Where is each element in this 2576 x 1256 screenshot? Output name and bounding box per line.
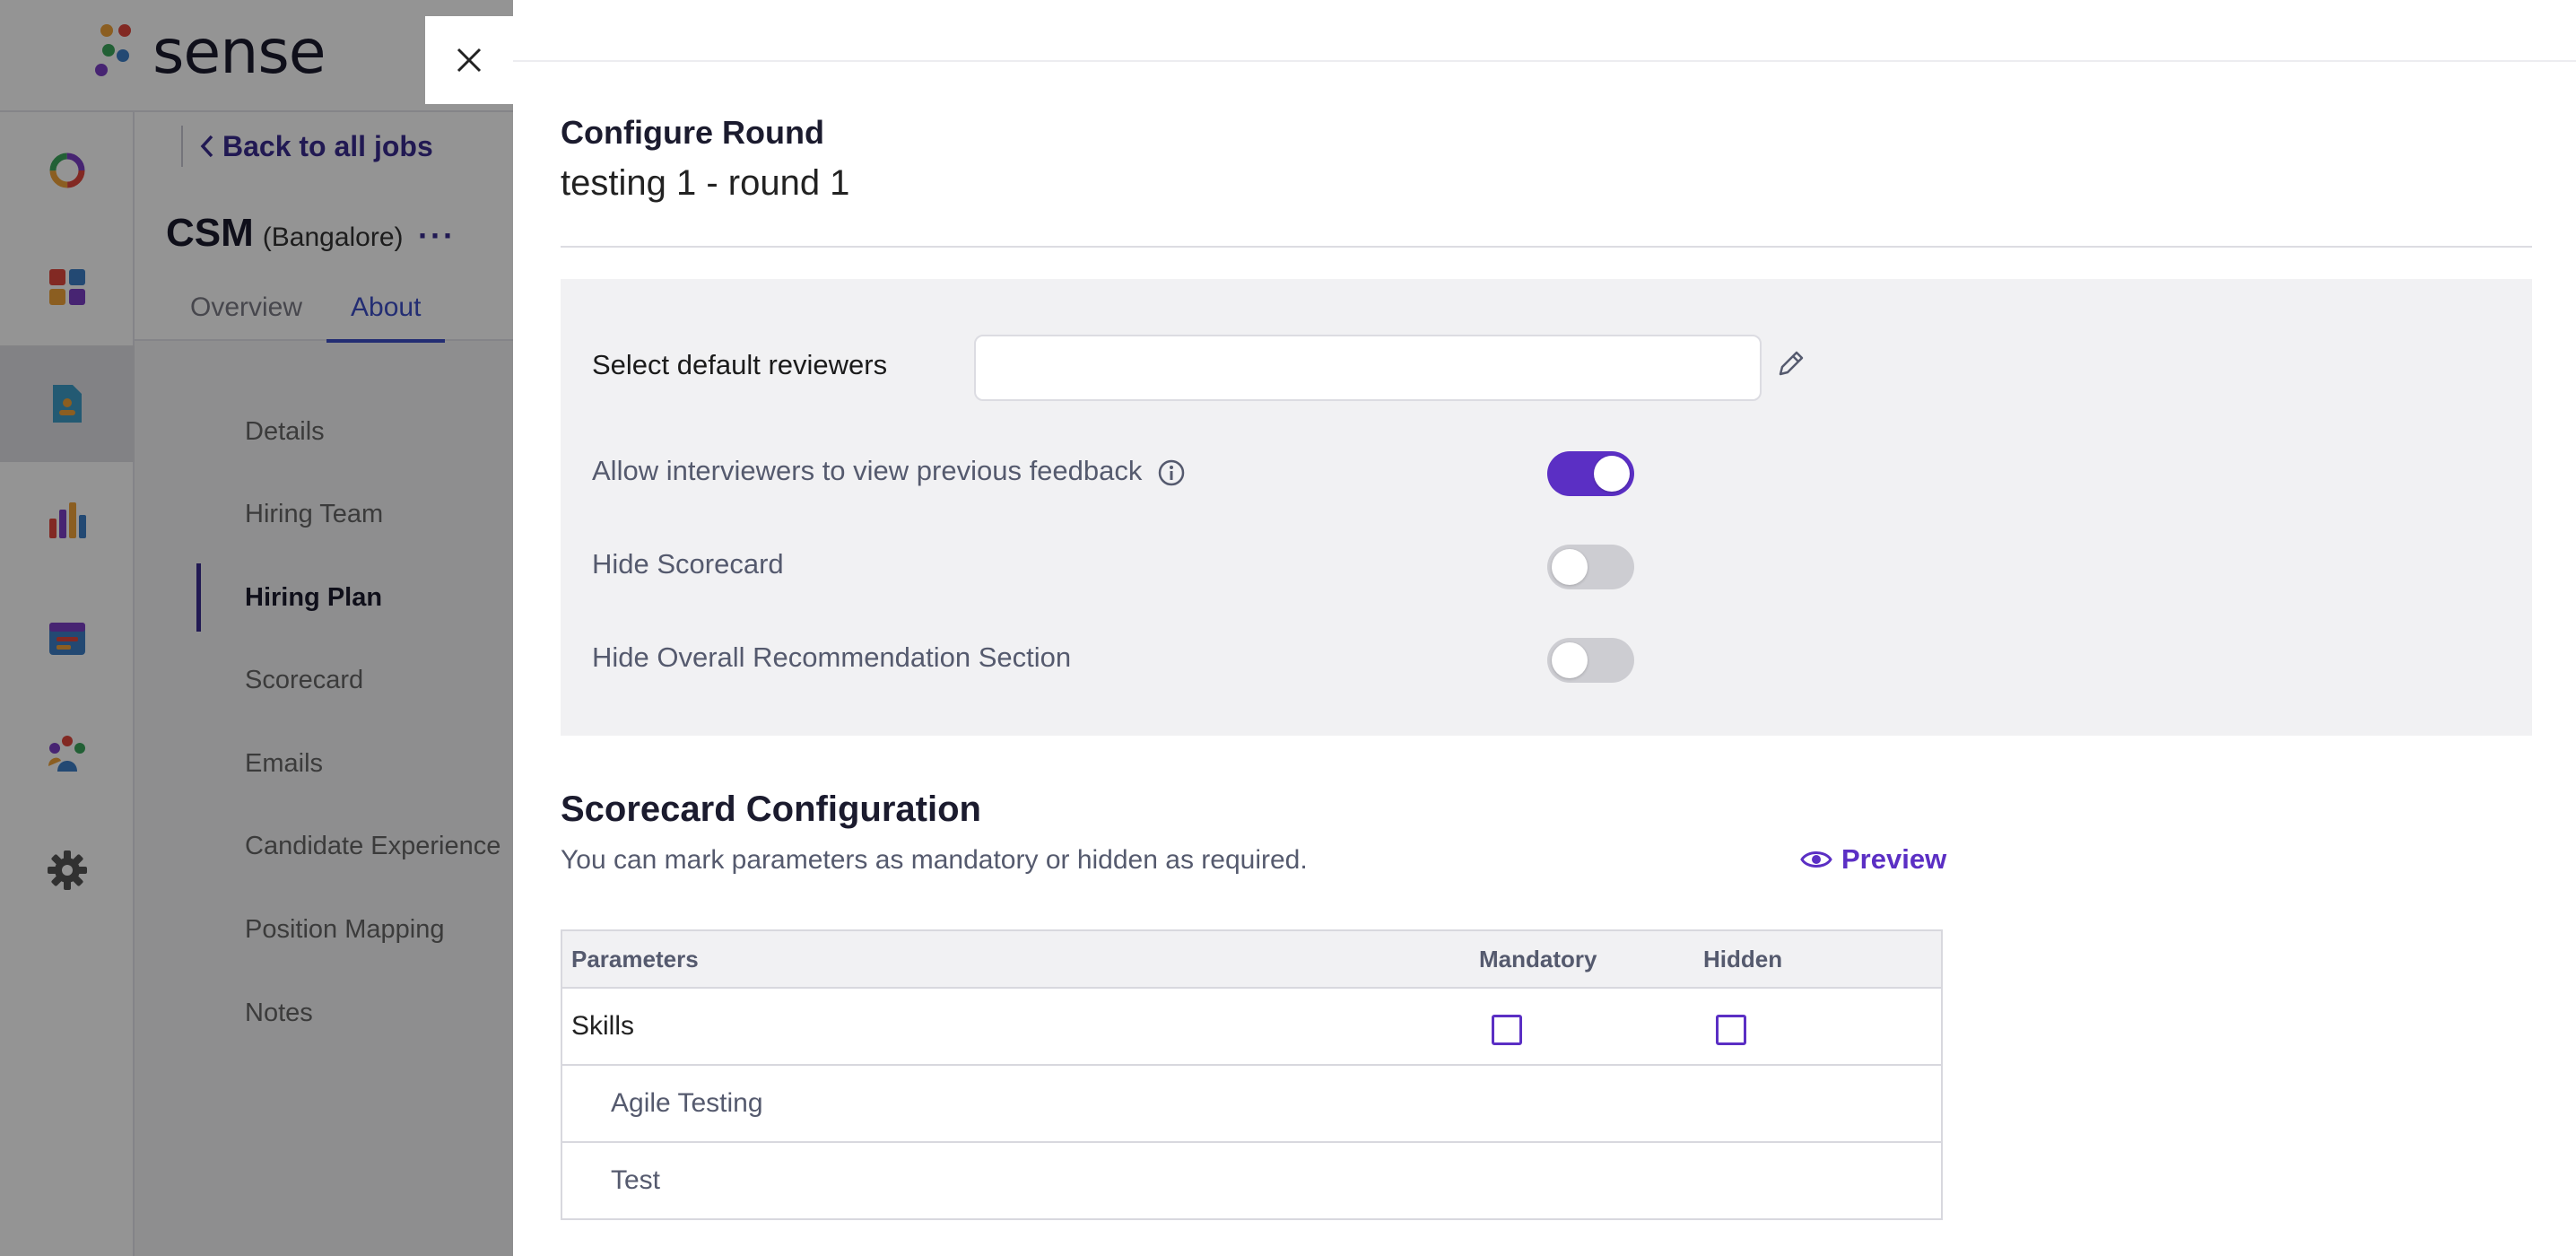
parameter-group-name: Skills (571, 1011, 635, 1041)
default-reviewers-input[interactable] (974, 335, 1762, 401)
hide-scorecard-label: Hide Scorecard (592, 548, 784, 580)
round-name: testing 1 - round 1 (561, 163, 850, 203)
mandatory-checkbox[interactable] (1492, 1015, 1522, 1045)
drawer-title: Configure Round (561, 114, 824, 151)
allow-prev-feedback-toggle[interactable] (1547, 451, 1634, 496)
allow-prev-feedback-label: Allow interviewers to view previous feed… (592, 455, 1186, 487)
scorecard-config-description: You can mark parameters as mandatory or … (561, 845, 1308, 875)
eye-icon (1800, 851, 1832, 868)
info-icon[interactable] (1157, 458, 1186, 487)
hidden-checkbox[interactable] (1716, 1015, 1746, 1045)
toggle-knob (1552, 549, 1588, 585)
preview-button[interactable]: Preview (1800, 843, 1946, 876)
title-divider (561, 246, 2532, 248)
column-header-parameters: Parameters (571, 945, 699, 973)
table-row: Skills (562, 987, 1941, 1064)
allow-prev-feedback-text: Allow interviewers to view previous feed… (592, 455, 1143, 486)
hide-overall-recommendation-toggle[interactable] (1547, 638, 1634, 683)
mandatory-cell (1479, 989, 1522, 1064)
reviewers-label: Select default reviewers (592, 349, 888, 380)
drawer-top-divider (513, 60, 2576, 62)
toggle-knob (1594, 456, 1630, 492)
preview-label: Preview (1841, 843, 1947, 875)
round-settings-panel: Select default reviewers Allow interview… (561, 279, 2532, 736)
toggle-knob (1552, 642, 1588, 678)
column-header-mandatory: Mandatory (1479, 945, 1597, 973)
close-drawer-button[interactable] (425, 16, 513, 104)
table-row: Test (562, 1141, 1941, 1218)
scorecard-config-title: Scorecard Configuration (561, 789, 981, 829)
parameter-name: Test (611, 1165, 661, 1195)
parameter-name: Agile Testing (611, 1088, 763, 1118)
close-icon (457, 48, 482, 73)
pencil-icon[interactable] (1775, 347, 1807, 379)
hide-overall-recommendation-label: Hide Overall Recommendation Section (592, 641, 1072, 673)
hidden-cell (1703, 989, 1746, 1064)
table-header-row: Parameters Mandatory Hidden (562, 931, 1941, 987)
column-header-hidden: Hidden (1703, 945, 1783, 973)
scorecard-parameters-table: Parameters Mandatory Hidden Skills Agile… (561, 929, 1943, 1220)
modal-backdrop[interactable] (0, 0, 513, 1256)
hide-scorecard-toggle[interactable] (1547, 545, 1634, 589)
configure-round-drawer: Configure Round testing 1 - round 1 Sele… (513, 0, 2576, 1256)
table-row: Agile Testing (562, 1064, 1941, 1141)
